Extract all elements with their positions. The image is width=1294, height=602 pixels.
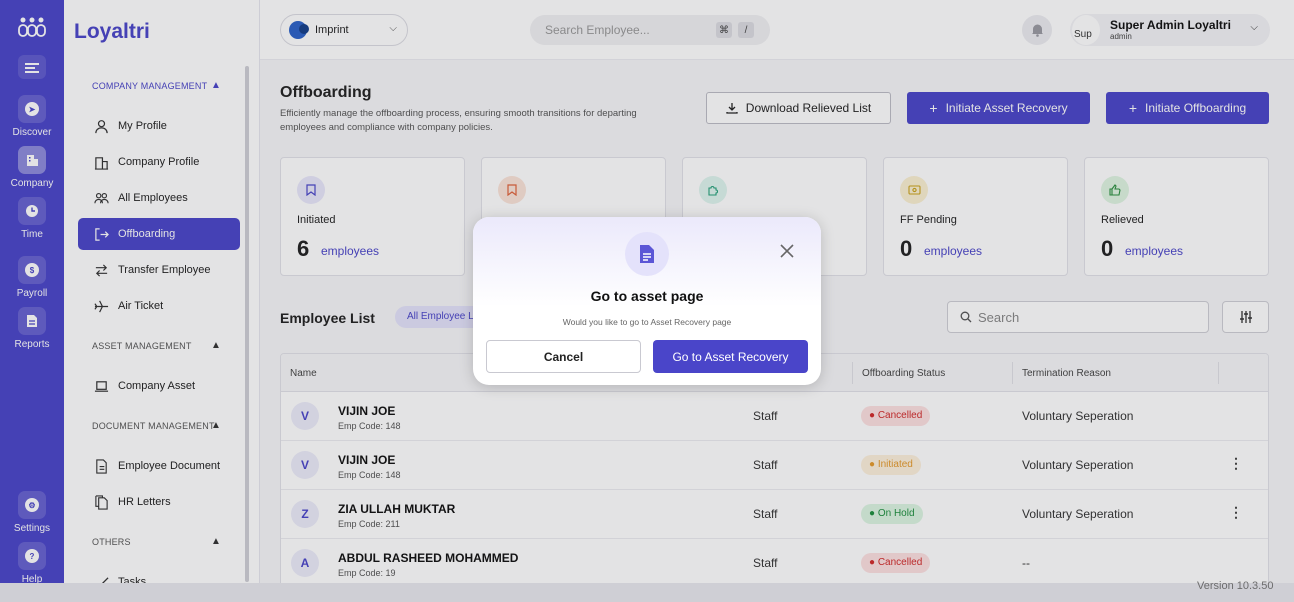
dialog-message: Would you like to go to Asset Recovery p… [562, 317, 732, 327]
cancel-button[interactable]: Cancel [486, 340, 641, 373]
dialog-title: Go to asset page [590, 288, 704, 304]
go-to-asset-page-dialog: Go to asset page Would you like to go to… [473, 217, 821, 385]
go-to-asset-recovery-button[interactable]: Go to Asset Recovery [653, 340, 808, 373]
document-icon [625, 232, 669, 276]
close-icon[interactable] [778, 242, 796, 260]
